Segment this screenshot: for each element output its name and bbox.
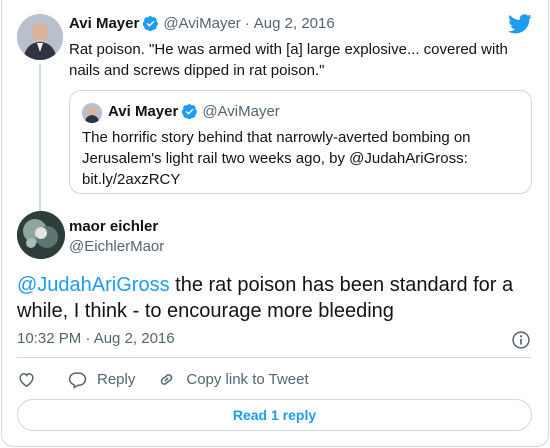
parent-tweet-header: Avi Mayer @AviMayer · Aug 2, 2016	[69, 15, 335, 32]
quoted-tweet-text: The horrific story behind that narrowly-…	[82, 129, 471, 188]
parent-author-avatar[interactable]	[17, 14, 63, 60]
read-replies-label: Read 1 reply	[232, 407, 317, 423]
read-replies-button[interactable]: Read 1 reply	[17, 399, 532, 431]
quoted-tweet-card[interactable]: Avi Mayer @AviMayer The horrific story b…	[69, 90, 532, 194]
thread-connector-line	[39, 64, 41, 212]
mention-link[interactable]: @JudahAriGross	[17, 274, 170, 296]
reply-label: Reply	[97, 370, 136, 388]
main-author-name[interactable]: maor eichler	[69, 218, 158, 235]
tweet-timestamp[interactable]: 10:32 PM · Aug 2, 2016	[17, 330, 175, 347]
link-icon	[161, 373, 173, 385]
heart-icon	[19, 372, 34, 387]
speech-bubble-icon	[68, 371, 87, 389]
meta-separator: ·	[244, 15, 250, 32]
main-author-avatar[interactable]	[17, 211, 65, 259]
copy-link-label: Copy link to Tweet	[186, 370, 309, 388]
like-button[interactable]	[17, 370, 36, 389]
parent-tweet-text: Rat poison. "He was armed with [a] large…	[69, 41, 508, 79]
reply-button[interactable]: Reply	[68, 370, 135, 389]
quoted-author-handle: @AviMayer	[202, 103, 280, 120]
actions-divider	[17, 357, 531, 358]
copy-link-button[interactable]: Copy link to Tweet	[157, 370, 309, 389]
info-icon[interactable]	[511, 330, 531, 350]
main-author-handle[interactable]: @EichlerMaor	[69, 238, 164, 255]
quoted-author-name: Avi Mayer	[108, 103, 179, 120]
tweet-actions-bar: Reply Copy link to Tweet	[17, 368, 331, 390]
quoted-tweet-header: Avi Mayer @AviMayer	[108, 103, 280, 120]
twitter-bird-icon[interactable]	[508, 14, 532, 34]
parent-tweet-date[interactable]: Aug 2, 2016	[254, 15, 335, 32]
verified-badge-icon	[182, 104, 198, 120]
main-tweet-text: @JudahAriGross the rat poison has been s…	[17, 272, 537, 324]
quoted-author-avatar	[82, 103, 102, 123]
parent-author-handle[interactable]: @AviMayer	[163, 15, 240, 32]
verified-badge-icon	[143, 16, 159, 32]
parent-author-name[interactable]: Avi Mayer	[69, 15, 139, 32]
